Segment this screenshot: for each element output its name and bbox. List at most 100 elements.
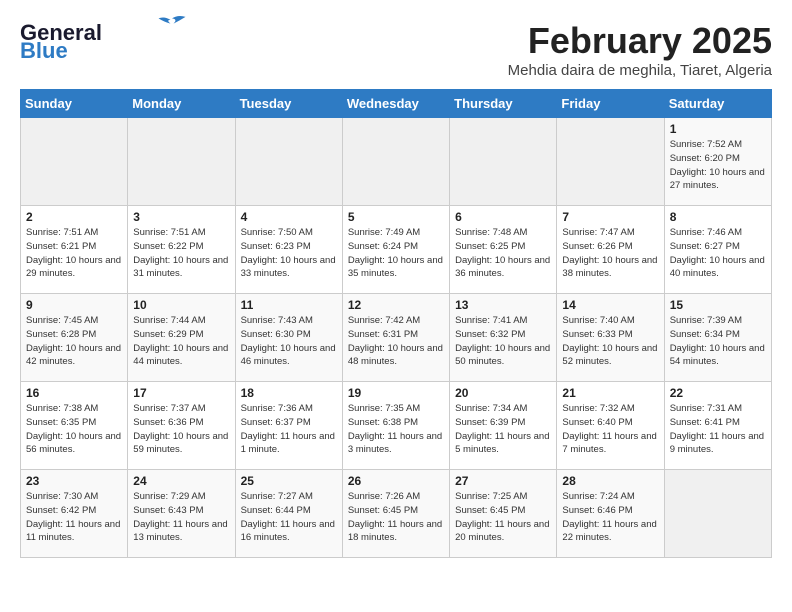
header-saturday: Saturday bbox=[664, 90, 771, 118]
calendar-cell bbox=[235, 118, 342, 206]
day-number: 5 bbox=[348, 210, 444, 224]
calendar-cell: 8Sunrise: 7:46 AM Sunset: 6:27 PM Daylig… bbox=[664, 206, 771, 294]
calendar-cell bbox=[450, 118, 557, 206]
day-info: Sunrise: 7:37 AM Sunset: 6:36 PM Dayligh… bbox=[133, 402, 229, 457]
day-number: 13 bbox=[455, 298, 551, 312]
calendar-cell: 18 Sunrise: 7:36 AM Sunset: 6:37 PM Dayli… bbox=[235, 382, 342, 470]
calendar-cell: 3 Sunrise: 7:51 AM Sunset: 6:22 PM Daylig… bbox=[128, 206, 235, 294]
day-info: Sunrise: 7:27 AM Sunset: 6:44 PM Dayligh… bbox=[241, 490, 337, 545]
day-number: 1 bbox=[670, 122, 766, 136]
calendar-cell bbox=[557, 118, 664, 206]
calendar-cell: 27 Sunrise: 7:25 AM Sunset: 6:45 PM Dayli… bbox=[450, 470, 557, 558]
day-info: Sunrise: 7:47 AM Sunset: 6:26 PM Dayligh… bbox=[562, 226, 658, 281]
calendar-cell: 25 Sunrise: 7:27 AM Sunset: 6:44 PM Dayli… bbox=[235, 470, 342, 558]
day-number: 26 bbox=[348, 474, 444, 488]
calendar-week-row: 23Sunrise: 7:30 AM Sunset: 6:42 PM Dayli… bbox=[21, 470, 772, 558]
calendar-cell bbox=[128, 118, 235, 206]
calendar-header-row: Sunday Monday Tuesday Wednesday Thursday… bbox=[21, 90, 772, 118]
calendar-cell: 20 Sunrise: 7:34 AM Sunset: 6:39 PM Dayli… bbox=[450, 382, 557, 470]
calendar-table: Sunday Monday Tuesday Wednesday Thursday… bbox=[20, 89, 772, 558]
day-number: 17 bbox=[133, 386, 229, 400]
day-number: 12 bbox=[348, 298, 444, 312]
day-number: 11 bbox=[241, 298, 337, 312]
day-info: Sunrise: 7:39 AM Sunset: 6:34 PM Dayligh… bbox=[670, 314, 766, 369]
day-number: 25 bbox=[241, 474, 337, 488]
calendar-cell: 22Sunrise: 7:31 AM Sunset: 6:41 PM Dayli… bbox=[664, 382, 771, 470]
day-info: Sunrise: 7:42 AM Sunset: 6:31 PM Dayligh… bbox=[348, 314, 444, 369]
calendar-cell: 28 Sunrise: 7:24 AM Sunset: 6:46 PM Dayli… bbox=[557, 470, 664, 558]
day-number: 21 bbox=[562, 386, 658, 400]
title-block: February 2025 Mehdia daira de meghila, T… bbox=[508, 20, 772, 79]
day-info: Sunrise: 7:38 AM Sunset: 6:35 PM Dayligh… bbox=[26, 402, 122, 457]
calendar-cell: 21 Sunrise: 7:32 AM Sunset: 6:40 PM Dayli… bbox=[557, 382, 664, 470]
page-header: General Blue February 2025 Mehdia daira … bbox=[20, 20, 772, 79]
day-info: Sunrise: 7:46 AM Sunset: 6:27 PM Dayligh… bbox=[670, 226, 766, 281]
day-number: 20 bbox=[455, 386, 551, 400]
calendar-subtitle: Mehdia daira de meghila, Tiaret, Algeria bbox=[508, 62, 772, 79]
day-number: 27 bbox=[455, 474, 551, 488]
calendar-cell: 11 Sunrise: 7:43 AM Sunset: 6:30 PM Dayli… bbox=[235, 294, 342, 382]
header-sunday: Sunday bbox=[21, 90, 128, 118]
calendar-cell bbox=[21, 118, 128, 206]
calendar-cell: 2Sunrise: 7:51 AM Sunset: 6:21 PM Daylig… bbox=[21, 206, 128, 294]
day-info: Sunrise: 7:44 AM Sunset: 6:29 PM Dayligh… bbox=[133, 314, 229, 369]
calendar-cell: 6 Sunrise: 7:48 AM Sunset: 6:25 PM Daylig… bbox=[450, 206, 557, 294]
day-info: Sunrise: 7:29 AM Sunset: 6:43 PM Dayligh… bbox=[133, 490, 229, 545]
day-info: Sunrise: 7:49 AM Sunset: 6:24 PM Dayligh… bbox=[348, 226, 444, 281]
day-number: 9 bbox=[26, 298, 122, 312]
day-number: 24 bbox=[133, 474, 229, 488]
header-wednesday: Wednesday bbox=[342, 90, 449, 118]
calendar-cell: 13 Sunrise: 7:41 AM Sunset: 6:32 PM Dayli… bbox=[450, 294, 557, 382]
day-number: 18 bbox=[241, 386, 337, 400]
header-friday: Friday bbox=[557, 90, 664, 118]
calendar-cell: 4 Sunrise: 7:50 AM Sunset: 6:23 PM Daylig… bbox=[235, 206, 342, 294]
day-info: Sunrise: 7:48 AM Sunset: 6:25 PM Dayligh… bbox=[455, 226, 551, 281]
calendar-cell: 16Sunrise: 7:38 AM Sunset: 6:35 PM Dayli… bbox=[21, 382, 128, 470]
calendar-cell: 1 Sunrise: 7:52 AM Sunset: 6:20 PM Daylig… bbox=[664, 118, 771, 206]
day-info: Sunrise: 7:31 AM Sunset: 6:41 PM Dayligh… bbox=[670, 402, 766, 457]
day-info: Sunrise: 7:30 AM Sunset: 6:42 PM Dayligh… bbox=[26, 490, 122, 545]
day-info: Sunrise: 7:36 AM Sunset: 6:37 PM Dayligh… bbox=[241, 402, 337, 457]
day-info: Sunrise: 7:40 AM Sunset: 6:33 PM Dayligh… bbox=[562, 314, 658, 369]
day-number: 15 bbox=[670, 298, 766, 312]
day-info: Sunrise: 7:25 AM Sunset: 6:45 PM Dayligh… bbox=[455, 490, 551, 545]
logo-text-blue: Blue bbox=[20, 38, 68, 64]
calendar-week-row: 16Sunrise: 7:38 AM Sunset: 6:35 PM Dayli… bbox=[21, 382, 772, 470]
calendar-cell: 19Sunrise: 7:35 AM Sunset: 6:38 PM Dayli… bbox=[342, 382, 449, 470]
calendar-cell: 14 Sunrise: 7:40 AM Sunset: 6:33 PM Dayli… bbox=[557, 294, 664, 382]
day-info: Sunrise: 7:43 AM Sunset: 6:30 PM Dayligh… bbox=[241, 314, 337, 369]
calendar-week-row: 9Sunrise: 7:45 AM Sunset: 6:28 PM Daylig… bbox=[21, 294, 772, 382]
day-number: 28 bbox=[562, 474, 658, 488]
day-number: 7 bbox=[562, 210, 658, 224]
calendar-cell: 23Sunrise: 7:30 AM Sunset: 6:42 PM Dayli… bbox=[21, 470, 128, 558]
logo-bird-icon bbox=[157, 14, 187, 34]
header-tuesday: Tuesday bbox=[235, 90, 342, 118]
calendar-cell bbox=[342, 118, 449, 206]
calendar-title: February 2025 bbox=[508, 20, 772, 62]
day-number: 3 bbox=[133, 210, 229, 224]
day-info: Sunrise: 7:41 AM Sunset: 6:32 PM Dayligh… bbox=[455, 314, 551, 369]
day-info: Sunrise: 7:24 AM Sunset: 6:46 PM Dayligh… bbox=[562, 490, 658, 545]
day-info: Sunrise: 7:32 AM Sunset: 6:40 PM Dayligh… bbox=[562, 402, 658, 457]
day-info: Sunrise: 7:34 AM Sunset: 6:39 PM Dayligh… bbox=[455, 402, 551, 457]
day-info: Sunrise: 7:52 AM Sunset: 6:20 PM Dayligh… bbox=[670, 138, 766, 193]
day-info: Sunrise: 7:50 AM Sunset: 6:23 PM Dayligh… bbox=[241, 226, 337, 281]
header-thursday: Thursday bbox=[450, 90, 557, 118]
day-info: Sunrise: 7:35 AM Sunset: 6:38 PM Dayligh… bbox=[348, 402, 444, 457]
calendar-cell bbox=[664, 470, 771, 558]
calendar-week-row: 2Sunrise: 7:51 AM Sunset: 6:21 PM Daylig… bbox=[21, 206, 772, 294]
day-info: Sunrise: 7:51 AM Sunset: 6:22 PM Dayligh… bbox=[133, 226, 229, 281]
day-number: 14 bbox=[562, 298, 658, 312]
day-info: Sunrise: 7:51 AM Sunset: 6:21 PM Dayligh… bbox=[26, 226, 122, 281]
calendar-cell: 9Sunrise: 7:45 AM Sunset: 6:28 PM Daylig… bbox=[21, 294, 128, 382]
header-monday: Monday bbox=[128, 90, 235, 118]
calendar-cell: 24 Sunrise: 7:29 AM Sunset: 6:43 PM Dayli… bbox=[128, 470, 235, 558]
calendar-cell: 10Sunrise: 7:44 AM Sunset: 6:29 PM Dayli… bbox=[128, 294, 235, 382]
day-number: 4 bbox=[241, 210, 337, 224]
calendar-cell: 26 Sunrise: 7:26 AM Sunset: 6:45 PM Dayli… bbox=[342, 470, 449, 558]
calendar-cell: 7 Sunrise: 7:47 AM Sunset: 6:26 PM Daylig… bbox=[557, 206, 664, 294]
day-number: 6 bbox=[455, 210, 551, 224]
calendar-cell: 5 Sunrise: 7:49 AM Sunset: 6:24 PM Daylig… bbox=[342, 206, 449, 294]
day-info: Sunrise: 7:26 AM Sunset: 6:45 PM Dayligh… bbox=[348, 490, 444, 545]
calendar-cell: 15 Sunrise: 7:39 AM Sunset: 6:34 PM Dayli… bbox=[664, 294, 771, 382]
